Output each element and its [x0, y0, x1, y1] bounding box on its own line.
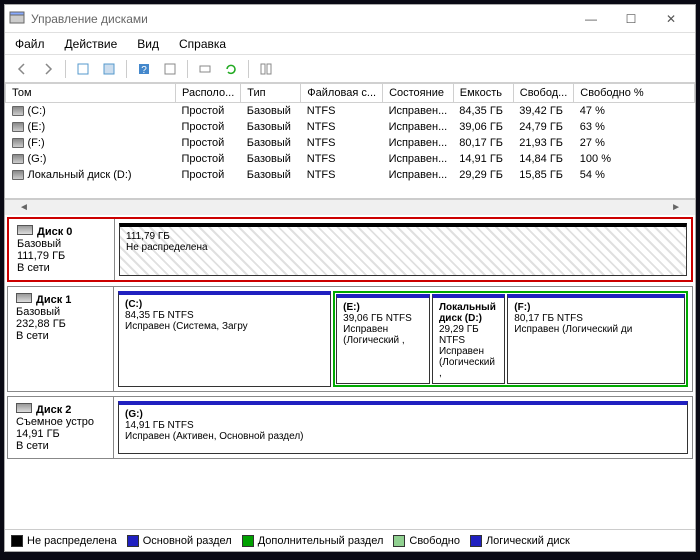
col-freepct[interactable]: Свободно %: [574, 84, 695, 103]
legend-logical-label: Логический диск: [486, 535, 570, 547]
close-button[interactable]: ✕: [651, 7, 691, 31]
volume-row[interactable]: (G:)ПростойБазовыйNTFSИсправен...14,91 Г…: [6, 151, 695, 167]
partition[interactable]: Локальный диск (D:)29,29 ГБ NTFSИсправен…: [432, 294, 505, 384]
disk-partitions: (G:)14,91 ГБ NTFSИсправен (Активен, Осно…: [114, 397, 692, 458]
menu-action[interactable]: Действие: [61, 35, 122, 53]
disk-row: Диск 0Базовый111,79 ГБВ сети111,79 ГБНе …: [7, 217, 693, 282]
volume-row[interactable]: Локальный диск (D:)ПростойБазовыйNTFSИсп…: [6, 167, 695, 183]
legend-extended-swatch: [242, 535, 254, 547]
volume-row[interactable]: (F:)ПростойБазовыйNTFSИсправен...80,17 Г…: [6, 135, 695, 151]
toolbar-btn-4[interactable]: [194, 58, 216, 80]
col-free[interactable]: Свобод...: [513, 84, 574, 103]
minimize-button[interactable]: —: [571, 7, 611, 31]
titlebar[interactable]: Управление дисками — ☐ ✕: [5, 5, 695, 33]
col-status[interactable]: Состояние: [383, 84, 454, 103]
col-capacity[interactable]: Емкость: [453, 84, 513, 103]
disk-graphical-view[interactable]: Диск 0Базовый111,79 ГБВ сети111,79 ГБНе …: [5, 215, 695, 529]
help-button[interactable]: ?: [133, 58, 155, 80]
app-icon: [9, 11, 25, 27]
disk-row: Диск 2Съемное устро14,91 ГБВ сети(G:)14,…: [7, 396, 693, 459]
col-type[interactable]: Тип: [241, 84, 301, 103]
volume-header-row[interactable]: Том Располо... Тип Файловая с... Состоян…: [6, 84, 695, 103]
legend-extended-label: Дополнительный раздел: [258, 535, 384, 547]
partition[interactable]: (C:)84,35 ГБ NTFSИсправен (Система, Загр…: [118, 291, 331, 387]
legend-unalloc-label: Не распределена: [27, 535, 117, 547]
drive-icon: [12, 122, 24, 132]
content-area: Том Располо... Тип Файловая с... Состоян…: [5, 83, 695, 551]
svg-text:?: ?: [141, 65, 147, 76]
col-fs[interactable]: Файловая с...: [301, 84, 383, 103]
toolbar-btn-2[interactable]: [98, 58, 120, 80]
toolbar-btn-1[interactable]: [72, 58, 94, 80]
volume-list[interactable]: Том Располо... Тип Файловая с... Состоян…: [5, 83, 695, 199]
col-volume[interactable]: Том: [6, 84, 176, 103]
legend-logical-swatch: [470, 535, 482, 547]
disk-icon: [16, 403, 32, 413]
toolbar: ?: [5, 55, 695, 83]
refresh-button[interactable]: [220, 58, 242, 80]
disk-row: Диск 1Базовый232,88 ГБВ сети(C:)84,35 ГБ…: [7, 286, 693, 392]
legend: Не распределена Основной раздел Дополнит…: [5, 529, 695, 551]
drive-icon: [12, 154, 24, 164]
drive-icon: [12, 138, 24, 148]
disk-info[interactable]: Диск 0Базовый111,79 ГБВ сети: [9, 219, 115, 280]
back-button[interactable]: [11, 58, 33, 80]
maximize-button[interactable]: ☐: [611, 7, 651, 31]
legend-free-label: Свободно: [409, 535, 460, 547]
partition[interactable]: (E:)39,06 ГБ NTFSИсправен (Логический ,: [336, 294, 430, 384]
window-title: Управление дисками: [31, 12, 571, 26]
disk-icon: [17, 225, 33, 235]
disk-partitions: (C:)84,35 ГБ NTFSИсправен (Система, Загр…: [114, 287, 692, 391]
menu-file[interactable]: Файл: [11, 35, 49, 53]
extended-partition[interactable]: (E:)39,06 ГБ NTFSИсправен (Логический ,Л…: [333, 291, 688, 387]
partition[interactable]: (G:)14,91 ГБ NTFSИсправен (Активен, Осно…: [118, 401, 688, 454]
disk-info[interactable]: Диск 2Съемное устро14,91 ГБВ сети: [8, 397, 114, 458]
toolbar-btn-5[interactable]: [255, 58, 277, 80]
disk-info[interactable]: Диск 1Базовый232,88 ГБВ сети: [8, 287, 114, 391]
volume-row[interactable]: (E:)ПростойБазовыйNTFSИсправен...39,06 Г…: [6, 119, 695, 135]
horizontal-scrollbar[interactable]: ◄►: [5, 199, 695, 215]
drive-icon: [12, 170, 24, 180]
disk-partitions: 111,79 ГБНе распределена: [115, 219, 691, 280]
drive-icon: [12, 106, 24, 116]
col-layout[interactable]: Располо...: [176, 84, 241, 103]
menu-view[interactable]: Вид: [133, 35, 163, 53]
disk-management-window: Управление дисками — ☐ ✕ Файл Действие В…: [4, 4, 696, 552]
legend-unalloc-swatch: [11, 535, 23, 547]
menu-help[interactable]: Справка: [175, 35, 230, 53]
unallocated-space[interactable]: 111,79 ГБНе распределена: [119, 223, 687, 276]
volume-row[interactable]: (C:)ПростойБазовыйNTFSИсправен...84,35 Г…: [6, 103, 695, 120]
legend-free-swatch: [393, 535, 405, 547]
menubar: Файл Действие Вид Справка: [5, 33, 695, 55]
toolbar-btn-3[interactable]: [159, 58, 181, 80]
partition[interactable]: (F:)80,17 ГБ NTFSИсправен (Логический ди: [507, 294, 685, 384]
disk-icon: [16, 293, 32, 303]
legend-primary-label: Основной раздел: [143, 535, 232, 547]
forward-button[interactable]: [37, 58, 59, 80]
legend-primary-swatch: [127, 535, 139, 547]
